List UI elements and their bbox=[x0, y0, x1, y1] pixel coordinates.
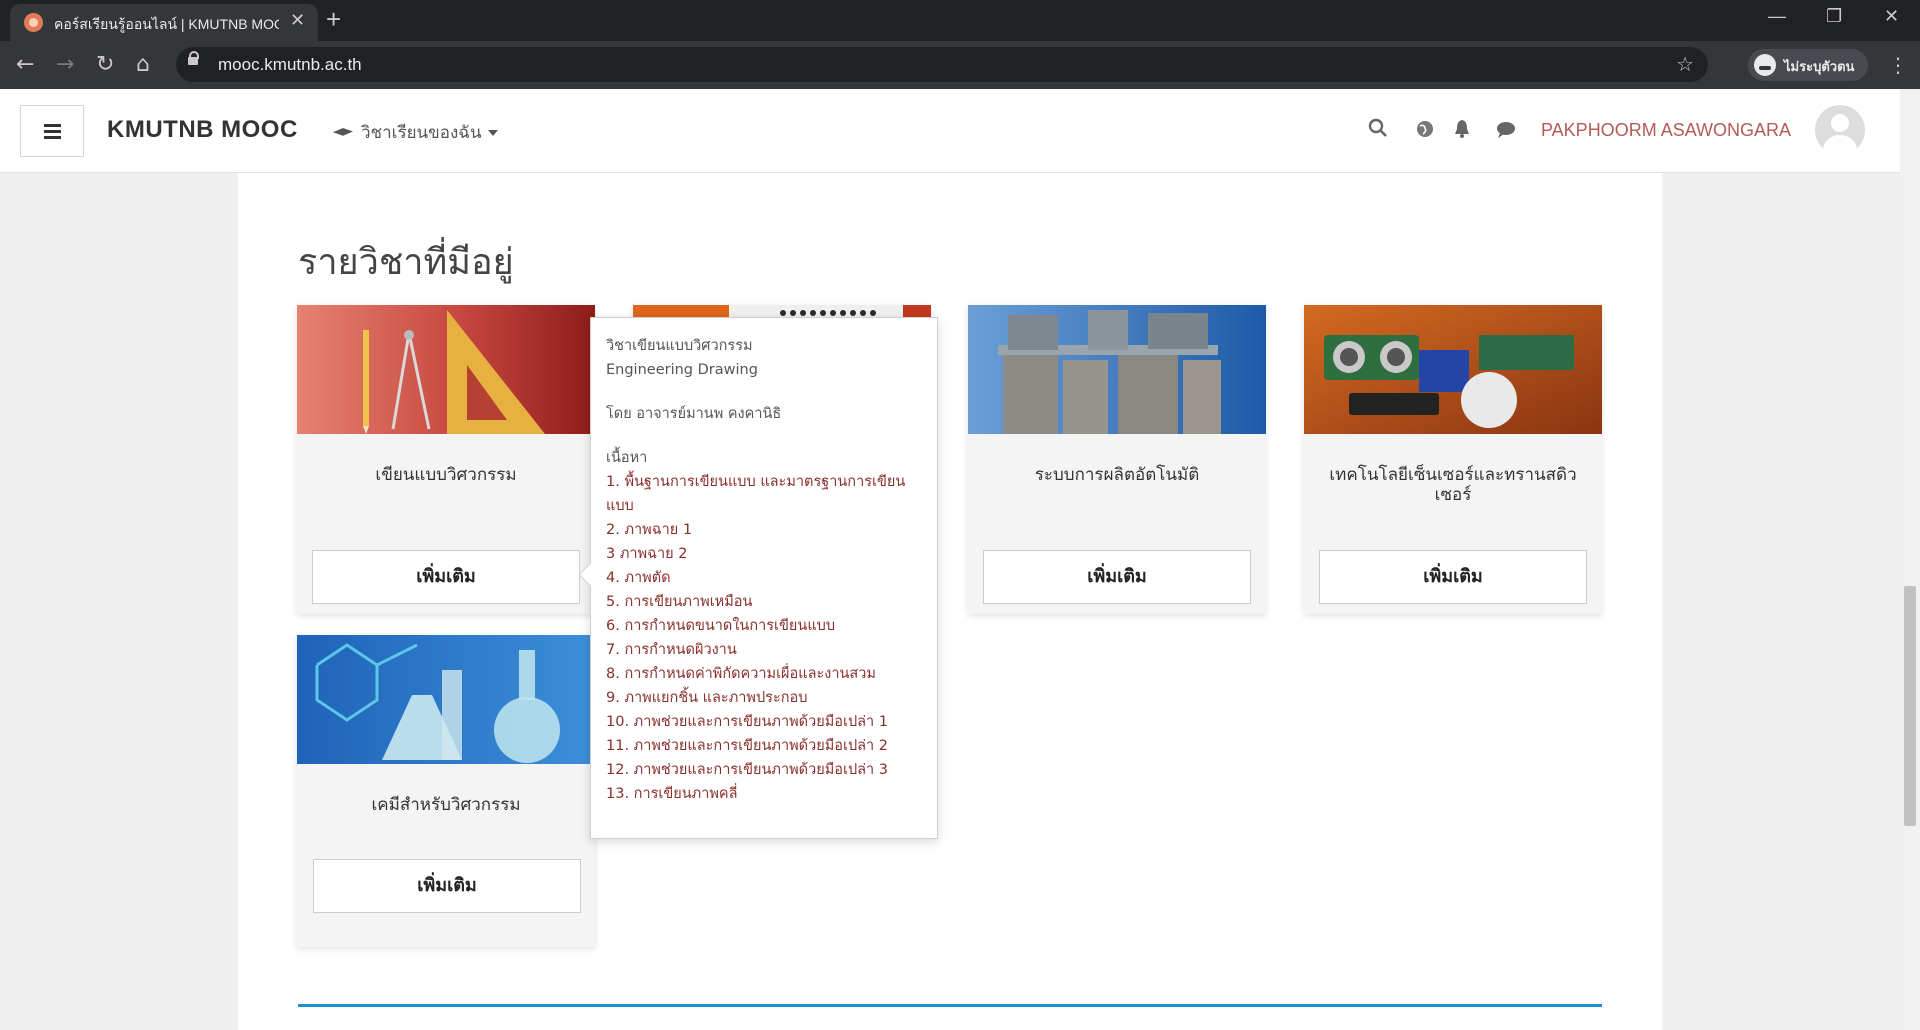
my-courses-label: วิชาเรียนของฉัน bbox=[361, 123, 482, 143]
scrollbar-thumb[interactable] bbox=[1904, 586, 1916, 826]
topic-item: 3 ภาพฉาย 2 bbox=[606, 546, 688, 562]
forward-icon[interactable]: → bbox=[56, 52, 74, 77]
topic-item: 5. การเขียนภาพเหมือน bbox=[606, 594, 753, 610]
back-icon[interactable]: ← bbox=[16, 52, 34, 77]
topic-item: 6. การกำหนดขนาดในการเขียนแบบ bbox=[606, 618, 836, 634]
url-text[interactable]: mooc.kmutnb.ac.th bbox=[218, 55, 362, 75]
user-avatar[interactable] bbox=[1815, 105, 1865, 155]
course-card: เคมีสำหรับวิศวกรรม เพิ่มเติม bbox=[297, 635, 595, 947]
course-title[interactable]: เทคโนโลยีเซ็นเซอร์และทรานสดิวเซอร์ bbox=[1314, 465, 1592, 505]
topic-item: 13. การเขียนภาพคลี่ bbox=[606, 786, 738, 802]
popover-title-th: วิชาเขียนแบบวิศวกรรม bbox=[606, 338, 753, 354]
home-icon[interactable]: ⌂ bbox=[136, 52, 150, 77]
main-content: รายวิชาที่มีอยู่ เขียนแบบวิศวกรรม เพิ่มเ… bbox=[238, 173, 1662, 1030]
incognito-icon bbox=[1754, 54, 1776, 76]
minimize-button[interactable]: — bbox=[1768, 6, 1786, 27]
topic-item: 8. การกำหนดค่าพิกัดความเผื่อและงานสวม bbox=[606, 666, 876, 682]
more-info-button[interactable]: เพิ่มเติม bbox=[313, 859, 581, 913]
popover-instructor: โดย อาจารย์มานพ คงคานิธิ bbox=[606, 406, 782, 422]
notifications-bell-icon[interactable] bbox=[1453, 119, 1471, 139]
course-image-chemistry[interactable] bbox=[297, 635, 595, 764]
site-navbar: KMUTNB MOOC วิชาเรียนของฉัน PAKPHOORM AS… bbox=[0, 89, 1900, 173]
popover-title-en: Engineering Drawing bbox=[606, 362, 758, 378]
chevron-down-icon bbox=[487, 130, 498, 136]
lock-icon bbox=[188, 51, 199, 65]
my-courses-dropdown[interactable]: วิชาเรียนของฉัน bbox=[333, 119, 498, 146]
browser-toolbar: ← → ↻ ⌂ mooc.kmutnb.ac.th ☆ ไม่ระบุตัวตน… bbox=[0, 41, 1920, 89]
user-name-link[interactable]: PAKPHOORM ASAWONGARA bbox=[1541, 120, 1791, 141]
topic-item: 1. พื้นฐานการเขียนแบบ และมาตรฐานการเขียน… bbox=[606, 474, 906, 514]
site-favicon-icon bbox=[24, 13, 43, 32]
close-window-button[interactable]: ✕ bbox=[1884, 6, 1899, 27]
tab-close-icon[interactable]: ✕ bbox=[290, 10, 305, 31]
section-divider bbox=[298, 1004, 1602, 1007]
topic-item: 11. ภาพช่วยและการเขียนภาพด้วยมือเปล่า 2 bbox=[606, 738, 889, 754]
course-title[interactable]: เคมีสำหรับวิศวกรรม bbox=[307, 795, 585, 815]
tab-title: คอร์สเรียนรู้ออนไลน์ | KMUTNB MOOC bbox=[54, 16, 279, 32]
course-title[interactable]: ระบบการผลิตอัตโนมัติ bbox=[978, 465, 1256, 485]
language-globe-icon[interactable] bbox=[1416, 120, 1434, 138]
restore-button[interactable]: ❐ bbox=[1826, 6, 1842, 27]
profile-label: ไม่ระบุตัวตน bbox=[1784, 60, 1855, 75]
course-card: เขียนแบบวิศวกรรม เพิ่มเติม bbox=[297, 305, 595, 614]
search-icon[interactable] bbox=[1368, 118, 1388, 138]
topic-item: 10. ภาพช่วยและการเขียนภาพด้วยมือเปล่า 1 bbox=[606, 714, 889, 730]
course-image-sensors[interactable] bbox=[1304, 305, 1602, 434]
more-info-button[interactable]: เพิ่มเติม bbox=[983, 550, 1251, 604]
course-image-automation[interactable] bbox=[968, 305, 1266, 434]
topic-item: 7. การกำหนดผิวงาน bbox=[606, 642, 737, 658]
topic-item: 12. ภาพช่วยและการเขียนภาพด้วยมือเปล่า 3 bbox=[606, 762, 889, 778]
page-scrollbar[interactable] bbox=[1900, 89, 1920, 1030]
browser-tab[interactable]: คอร์สเรียนรู้ออนไลน์ | KMUTNB MOOC ✕ bbox=[10, 4, 318, 41]
course-card: ระบบการผลิตอัตโนมัติ เพิ่มเติม bbox=[968, 305, 1266, 614]
menu-toggle-button[interactable] bbox=[20, 105, 84, 157]
browser-tab-strip: คอร์สเรียนรู้ออนไลน์ | KMUTNB MOOC ✕ + —… bbox=[0, 0, 1920, 41]
topic-item: 2. ภาพฉาย 1 bbox=[606, 522, 693, 538]
page-title: รายวิชาที่มีอยู่ bbox=[298, 242, 514, 283]
course-title[interactable]: เขียนแบบวิศวกรรม bbox=[307, 465, 585, 485]
new-tab-button[interactable]: + bbox=[326, 4, 341, 35]
browser-menu-icon[interactable]: ⋮ bbox=[1888, 53, 1908, 77]
more-info-button[interactable]: เพิ่มเติม bbox=[312, 550, 580, 604]
course-card: เทคโนโลยีเซ็นเซอร์และทรานสดิวเซอร์ เพิ่ม… bbox=[1304, 305, 1602, 614]
site-brand[interactable]: KMUTNB MOOC bbox=[107, 116, 298, 144]
course-image-engineering-drawing[interactable] bbox=[297, 305, 595, 434]
topic-item: 9. ภาพแยกชิ้น และภาพประกอบ bbox=[606, 690, 808, 706]
popover-content-label: เนื้อหา bbox=[606, 450, 648, 466]
reload-icon[interactable]: ↻ bbox=[96, 52, 114, 77]
bookmark-star-icon[interactable]: ☆ bbox=[1676, 52, 1694, 76]
graduation-cap-icon bbox=[333, 127, 353, 139]
address-bar[interactable]: mooc.kmutnb.ac.th ☆ bbox=[176, 47, 1708, 82]
topic-item: 4. ภาพตัด bbox=[606, 570, 671, 586]
profile-button[interactable]: ไม่ระบุตัวตน bbox=[1748, 49, 1868, 81]
course-info-popover: วิชาเขียนแบบวิศวกรรม Engineering Drawing… bbox=[578, 317, 938, 839]
more-info-button[interactable]: เพิ่มเติม bbox=[1319, 550, 1587, 604]
messages-chat-icon[interactable] bbox=[1496, 121, 1516, 139]
